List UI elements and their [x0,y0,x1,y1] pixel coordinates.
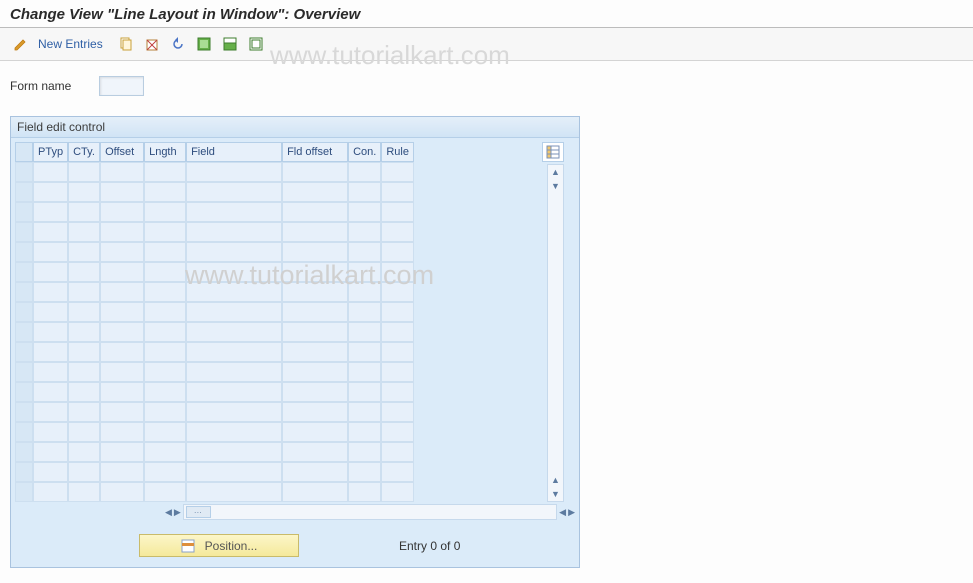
col-ptyp[interactable]: PTyp [33,142,68,162]
entry-count-text: Entry 0 of 0 [399,539,460,553]
table-row[interactable] [15,162,414,182]
col-field[interactable]: Field [186,142,282,162]
table-row[interactable] [15,342,414,362]
panel-title: Field edit control [11,117,579,138]
form-name-label: Form name [10,79,71,93]
select-block-icon[interactable] [219,34,241,54]
form-name-row: Form name [10,76,963,96]
deselect-all-icon[interactable] [245,34,267,54]
col-cty[interactable]: CTy. [68,142,100,162]
table-row[interactable] [15,482,414,502]
vertical-scrollbar[interactable]: ▲ ▼ ▲ ▼ [547,164,564,502]
undo-icon[interactable] [167,34,189,54]
copy-icon[interactable] [115,34,137,54]
table-row[interactable] [15,222,414,242]
scroll-up-icon[interactable]: ▲ [551,165,560,179]
table-row[interactable] [15,302,414,322]
table-row[interactable] [15,242,414,262]
data-grid[interactable]: PTyp CTy. Offset Lngth Field Fld offset … [15,142,414,502]
table-row[interactable] [15,422,414,442]
scroll-down-icon[interactable]: ▼ [551,487,560,501]
table-row[interactable] [15,202,414,222]
col-fldoff[interactable]: Fld offset [282,142,348,162]
col-lngth[interactable]: Lngth [144,142,186,162]
table-row[interactable] [15,362,414,382]
table-row[interactable] [15,402,414,422]
page-title: Change View "Line Layout in Window": Ove… [0,0,973,28]
table-row[interactable] [15,262,414,282]
position-button[interactable]: Position... [139,534,299,557]
scroll-right-end-icon[interactable]: ▶ [568,505,575,519]
toolbar: New Entries [0,28,973,61]
field-edit-control-panel: Field edit control PTyp CTy. Offset Lngt… [10,116,580,568]
col-rule[interactable]: Rule [381,142,414,162]
change-icon[interactable] [10,34,32,54]
scroll-down-top-icon[interactable]: ▼ [551,179,560,193]
table-row[interactable] [15,282,414,302]
scroll-right-icon[interactable]: ▶ [174,505,181,519]
col-con[interactable]: Con. [348,142,381,162]
table-row[interactable] [15,322,414,342]
delete-icon[interactable] [141,34,163,54]
scroll-left-end-icon[interactable]: ◀ [559,505,566,519]
table-row[interactable] [15,442,414,462]
position-icon [181,539,195,553]
new-entries-button[interactable]: New Entries [36,37,111,51]
table-row[interactable] [15,462,414,482]
position-label: Position... [205,539,258,553]
select-all-icon[interactable] [193,34,215,54]
scroll-left-icon[interactable]: ◀ [165,505,172,519]
row-selector-header [15,142,33,162]
table-settings-icon[interactable] [542,142,564,162]
form-name-input[interactable] [99,76,144,96]
horizontal-scrollbar[interactable]: ◀ ▶ ⋯ ◀ ▶ [11,502,579,524]
table-row[interactable] [15,382,414,402]
col-offset[interactable]: Offset [100,142,144,162]
scroll-up-bottom-icon[interactable]: ▲ [551,473,560,487]
scrollbar-thumb[interactable]: ⋯ [186,506,211,518]
table-row[interactable] [15,182,414,202]
